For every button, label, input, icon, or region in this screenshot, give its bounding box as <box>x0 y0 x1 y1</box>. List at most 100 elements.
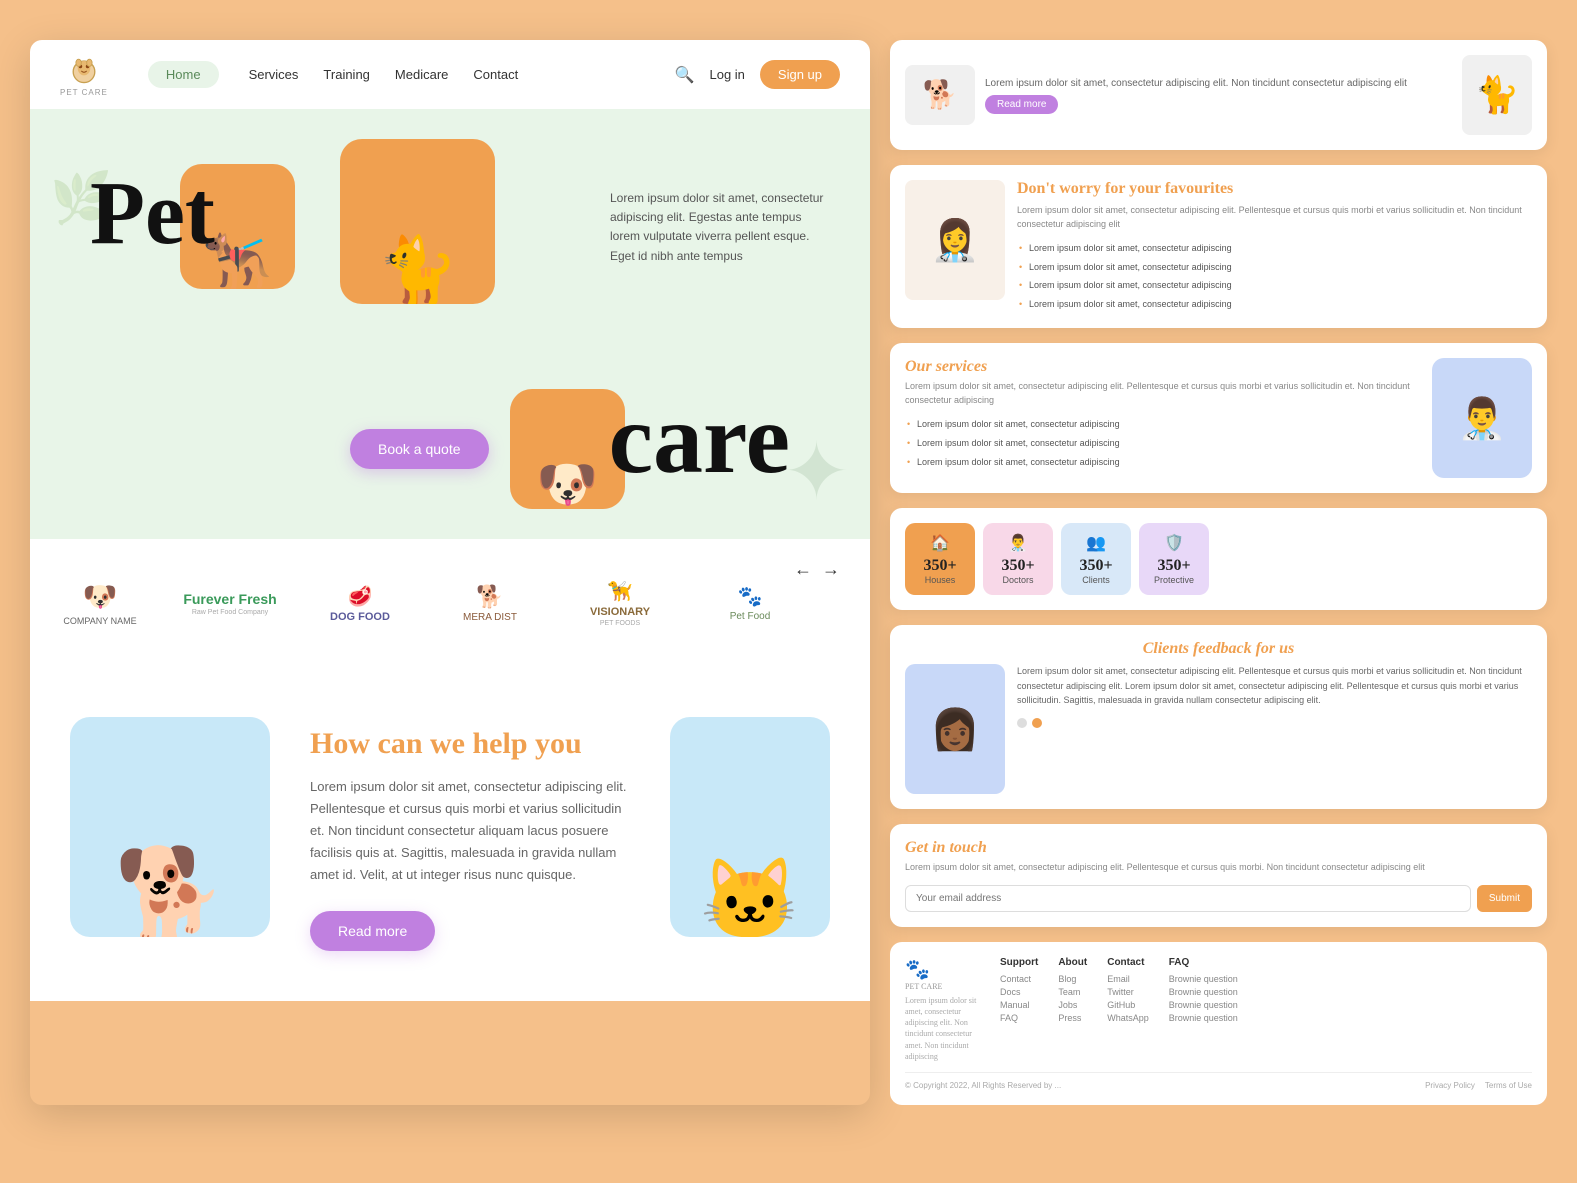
footer-col-support: Support Contact Docs Manual FAQ <box>1000 957 1038 1062</box>
feedback-person-image: 👩🏾 <box>905 664 1005 794</box>
footer-item-s3[interactable]: Manual <box>1000 1000 1038 1010</box>
brand-logo-3: 🥩 DOG FOOD <box>330 584 390 623</box>
search-icon[interactable]: 🔍 <box>675 65 695 85</box>
stats-row: 🏠 350+ Houses 👨‍⚕️ 350+ Doctors 👥 350+ C… <box>905 523 1532 595</box>
brand-company-2: Furever Fresh Raw Pet Food Company <box>180 591 280 616</box>
submit-button[interactable]: Submit <box>1477 885 1532 912</box>
brand-company-1: 🐶 COMPANY NAME <box>50 580 150 626</box>
brand-next-arrow[interactable]: → <box>822 559 840 580</box>
privacy-link[interactable]: Privacy Policy <box>1425 1081 1475 1090</box>
contact-link[interactable]: Contact <box>473 67 518 82</box>
footer-item-s2[interactable]: Docs <box>1000 987 1038 997</box>
stat-clients: 👥 350+ Clients <box>1061 523 1131 595</box>
login-button[interactable]: Log in <box>709 67 744 82</box>
dont-worry-content: Don't worry for your favourites Lorem ip… <box>1017 180 1532 313</box>
dont-worry-card: 👩‍⚕️ Don't worry for your favourites Lor… <box>890 165 1547 328</box>
footer-item-a4[interactable]: Press <box>1058 1013 1087 1023</box>
services-highlight: services <box>936 358 988 375</box>
bullet-3: Lorem ipsum dolor sit amet, consectetur … <box>1017 276 1532 295</box>
footer-item-c2[interactable]: Twitter <box>1107 987 1149 997</box>
footer-item-a3[interactable]: Jobs <box>1058 1000 1087 1010</box>
touch-form: Submit <box>905 885 1532 912</box>
houses-label: Houses <box>925 575 956 585</box>
vet-image: 👩‍⚕️ <box>905 180 1005 300</box>
read-more-button[interactable]: Read more <box>310 911 435 951</box>
doctors-number: 350+ <box>1001 557 1034 575</box>
brand-icon-1: 🐶 <box>83 580 118 614</box>
terms-link[interactable]: Terms of Use <box>1485 1081 1532 1090</box>
footer-item-c4[interactable]: WhatsApp <box>1107 1013 1149 1023</box>
feedback-text-area: Lorem ipsum dolor sit amet, consectetur … <box>1017 664 1532 794</box>
hero-title-care: care <box>609 389 790 489</box>
help-title-post: you <box>535 727 582 760</box>
brands-grid: 🐶 COMPANY NAME Furever Fresh Raw Pet Foo… <box>50 569 850 637</box>
brand-icon-3: 🥩 <box>348 584 373 609</box>
footer-item-s4[interactable]: FAQ <box>1000 1013 1038 1023</box>
dont-worry-highlight: worry <box>1059 180 1105 197</box>
brand-sub-2: Raw Pet Food Company <box>192 609 268 616</box>
footer-item-f4[interactable]: Brownie question <box>1169 1013 1238 1023</box>
brand-company-6: 🐾 Pet Food <box>700 584 800 622</box>
footer-logo-text: PET CARE <box>905 982 942 991</box>
brand-logo-5: 🦮 VISIONARY PET FOODS <box>590 579 650 627</box>
service-bullet-1: Lorem ipsum dolor sit amet, consectetur … <box>905 415 1420 434</box>
feedback-description: Lorem ipsum dolor sit amet, consectetur … <box>1017 664 1532 707</box>
footer-columns: Support Contact Docs Manual FAQ About Bl… <box>1000 957 1532 1062</box>
help-description: Lorem ipsum dolor sit amet, consectetur … <box>310 776 630 886</box>
brand-name-5: VISIONARY <box>590 606 650 618</box>
footer-item-f2[interactable]: Brownie question <box>1169 987 1238 997</box>
footer-logo-icon: 🐾 <box>905 957 930 982</box>
navbar: PET CARE Home Services Training Medicare… <box>30 40 870 109</box>
feedback-post: for us <box>1256 640 1295 657</box>
help-cat-emoji: 🐱 <box>700 853 800 937</box>
nav-links: Services Training Medicare Contact <box>249 67 645 82</box>
footer-item-a1[interactable]: Blog <box>1058 974 1087 984</box>
footer-item-f3[interactable]: Brownie question <box>1169 1000 1238 1010</box>
dont-worry-pre: Don't <box>1017 180 1055 197</box>
footer-item-c1[interactable]: Email <box>1107 974 1149 984</box>
dont-worry-title: Don't worry for your favourites <box>1017 180 1532 198</box>
preview-read-more[interactable]: Read more <box>985 95 1058 114</box>
services-desc: Lorem ipsum dolor sit amet, consectetur … <box>905 380 1420 407</box>
clients-label: Clients <box>1082 575 1110 585</box>
footer-logo-desc: Lorem ipsum dolor sit amet, consectetur … <box>905 995 985 1062</box>
cat-card: 🐈 <box>340 139 495 304</box>
clients-number: 350+ <box>1079 557 1112 575</box>
cat-icon: 🐈 <box>377 232 458 304</box>
footer-col-faq-title: FAQ <box>1169 957 1238 968</box>
main-panel: PET CARE Home Services Training Medicare… <box>30 40 870 1105</box>
feedback-pre: Clients <box>1143 640 1189 657</box>
preview-content: Lorem ipsum dolor sit amet, consectetur … <box>985 76 1452 114</box>
footer-item-a2[interactable]: Team <box>1058 987 1087 997</box>
signup-button[interactable]: Sign up <box>760 60 840 89</box>
footer-item-f1[interactable]: Brownie question <box>1169 974 1238 984</box>
dont-worry-post: for your favourites <box>1105 180 1233 197</box>
footer-col-support-title: Support <box>1000 957 1038 968</box>
help-content: How can we help you Lorem ipsum dolor si… <box>310 717 630 951</box>
footer-top: 🐾 PET CARE Lorem ipsum dolor sit amet, c… <box>905 957 1532 1062</box>
feedback-dot-1[interactable] <box>1017 718 1027 728</box>
brand-icon-5: 🦮 <box>608 579 633 604</box>
houses-icon: 🏠 <box>930 533 950 553</box>
email-input[interactable] <box>905 885 1471 912</box>
feedback-dots <box>1017 718 1532 728</box>
footer-bottom: © Copyright 2022, All Rights Reserved by… <box>905 1072 1532 1090</box>
footer-item-s1[interactable]: Contact <box>1000 974 1038 984</box>
help-title-highlight: help <box>472 727 535 760</box>
doctors-label: Doctors <box>1002 575 1033 585</box>
training-link[interactable]: Training <box>323 67 369 82</box>
book-quote-button[interactable]: Book a quote <box>350 429 489 469</box>
preview-text: Lorem ipsum dolor sit amet, consectetur … <box>985 76 1452 91</box>
brand-logo-1: 🐶 COMPANY NAME <box>63 580 136 626</box>
home-button[interactable]: Home <box>148 61 219 88</box>
services-link[interactable]: Services <box>249 67 299 82</box>
medicare-link[interactable]: Medicare <box>395 67 448 82</box>
touch-pre: Get in <box>905 839 945 856</box>
vet-blue-image: 👨‍⚕️ <box>1432 358 1532 478</box>
footer-item-c3[interactable]: GitHub <box>1107 1000 1149 1010</box>
touch-highlight: touch <box>949 839 986 856</box>
feedback-dot-2[interactable] <box>1032 718 1042 728</box>
get-in-touch-card: Get in touch Lorem ipsum dolor sit amet,… <box>890 824 1547 927</box>
brand-prev-arrow[interactable]: ← <box>794 559 812 580</box>
service-bullet-3: Lorem ipsum dolor sit amet, consectetur … <box>905 453 1420 472</box>
